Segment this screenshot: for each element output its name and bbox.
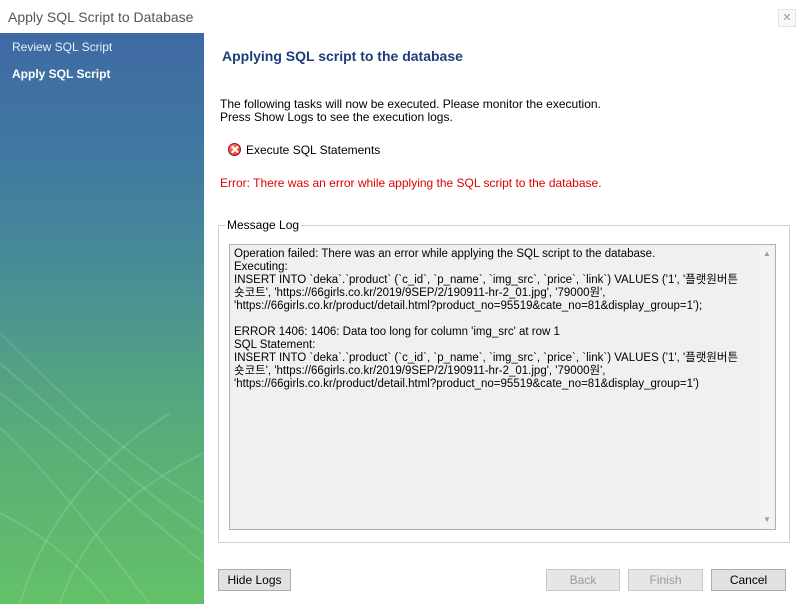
finish-button[interactable]: Finish [628,569,703,591]
hide-logs-button[interactable]: Hide Logs [218,569,291,591]
message-log-text: Operation failed: There was an error whi… [234,248,739,390]
close-icon[interactable]: ✕ [778,9,796,27]
intro-line-2: Press Show Logs to see the execution log… [220,110,453,124]
sidebar-decoration [0,332,204,604]
sidebar-step-apply: Apply SQL Script [12,67,111,81]
message-log-group: Message Log Operation failed: There was … [218,218,790,543]
cancel-button[interactable]: Cancel [711,569,786,591]
window-title: Apply SQL Script to Database [8,9,194,25]
page-title: Applying SQL script to the database [222,48,463,64]
scroll-down-icon[interactable]: ▼ [759,513,775,527]
wizard-sidebar: Review SQL Script Apply SQL Script [0,33,204,604]
error-message: Error: There was an error while applying… [220,176,602,190]
message-log-title: Message Log [225,218,302,232]
task-label: Execute SQL Statements [246,143,381,157]
sidebar-step-review: Review SQL Script [12,40,113,54]
log-scrollbar[interactable]: ▲ ▼ [759,245,775,529]
back-button[interactable]: Back [546,569,620,591]
message-log-textarea[interactable]: Operation failed: There was an error whi… [229,244,776,530]
scroll-up-icon[interactable]: ▲ [759,247,775,261]
intro-text: The following tasks will now be executed… [220,98,601,124]
title-bar: Apply SQL Script to Database ✕ [0,0,800,33]
wizard-content: Applying SQL script to the database The … [204,33,800,604]
error-icon [228,143,241,156]
